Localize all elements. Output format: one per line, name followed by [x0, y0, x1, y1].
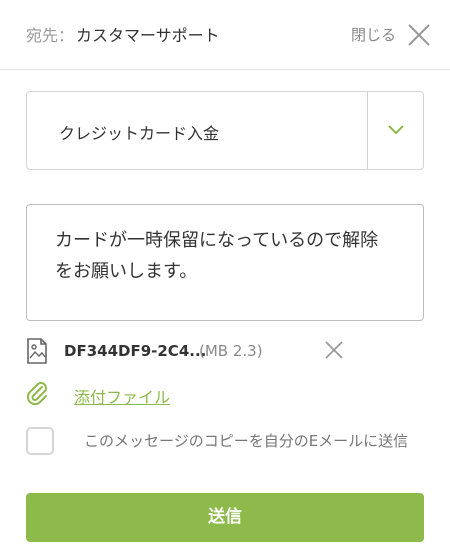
remove-attachment-icon[interactable]: [324, 340, 344, 360]
message-textarea[interactable]: カードが一時保留になっているので解除をお願いします。: [26, 204, 424, 321]
recipient-value: カスタマーサポート: [76, 26, 220, 45]
select-divider: [367, 92, 368, 169]
image-file-icon: [27, 338, 47, 364]
category-select-value: クレジットカード入金: [59, 124, 220, 143]
copy-to-self-checkbox[interactable]: [26, 427, 54, 455]
close-icon[interactable]: [406, 22, 432, 48]
paperclip-icon[interactable]: [26, 381, 48, 405]
dialog-header: 宛先： カスタマーサポート 閉じる: [0, 0, 450, 70]
attachment-file-size: (MB 2.3): [199, 342, 263, 360]
copy-to-self-label: このメッセージのコピーを自分のEメールに送信: [84, 432, 409, 450]
attachment-file-name: DF344DF9-2C4...: [64, 342, 207, 360]
category-select[interactable]: クレジットカード入金: [26, 91, 424, 170]
send-button[interactable]: 送信: [26, 493, 424, 542]
close-label[interactable]: 閉じる: [351, 24, 396, 45]
chevron-down-icon[interactable]: [386, 122, 406, 138]
attach-file-link[interactable]: 添付ファイル: [74, 384, 170, 408]
recipient-label: 宛先：: [26, 26, 75, 45]
